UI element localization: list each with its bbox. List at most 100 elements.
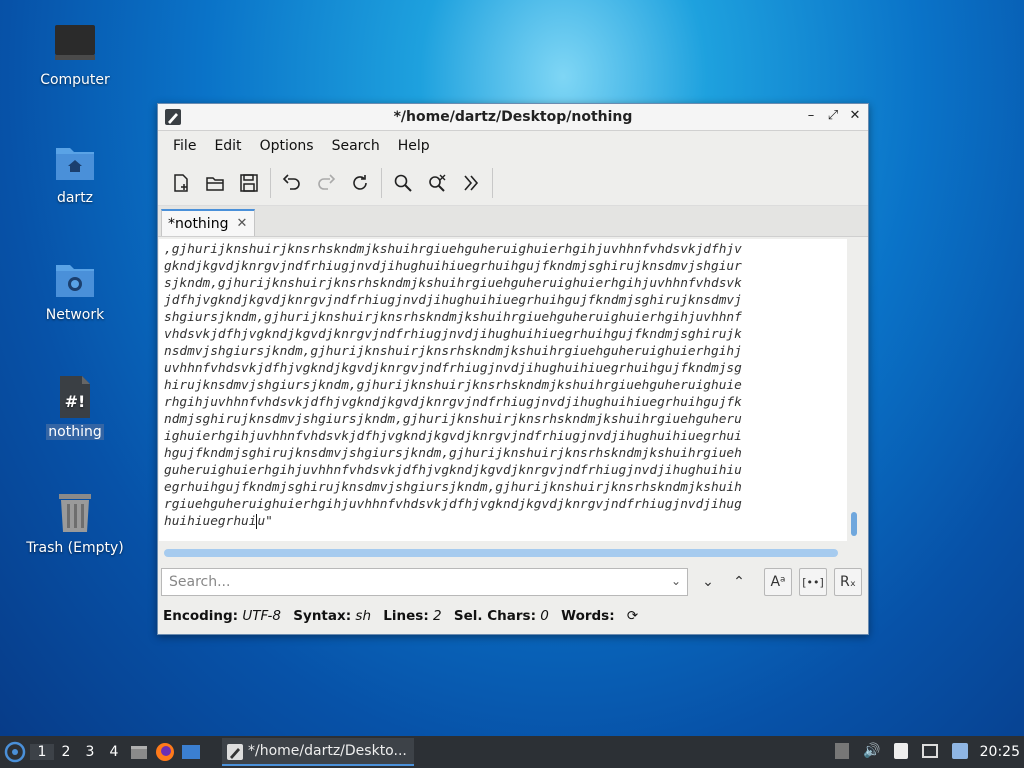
reload-icon <box>353 175 367 190</box>
editor-line: ndmjsghirujknsdmvjshgiursjkndm,gjhurijkn… <box>164 412 742 427</box>
desktop-icon-label: Trash (Empty) <box>26 540 124 556</box>
taskbar: 1 2 3 4 */home/dartz/Deskto... 🔊 20:25 <box>0 736 1024 768</box>
desktop-icon-dartz[interactable]: dartz <box>15 140 135 206</box>
clipboard-icon[interactable] <box>894 743 909 759</box>
desktop-launcher[interactable] <box>178 743 204 761</box>
redo-button[interactable] <box>311 168 341 198</box>
vertical-scrollbar[interactable] <box>850 244 860 544</box>
start-menu-button[interactable] <box>0 736 30 768</box>
whole-word-icon: [••] <box>802 575 824 589</box>
chevron-double-right-icon <box>464 175 479 191</box>
find-next-button[interactable]: ⌄ <box>694 568 722 596</box>
chevron-up-icon: ⌃ <box>733 574 745 590</box>
editor-line: uvhhnfvhdsvkjdfhjvgkndjkgvdjknrgvjndfrhi… <box>164 361 742 376</box>
whole-word-button[interactable]: [••] <box>799 568 827 596</box>
editor-line: jdfhjvgkndjkgvdjknrgvjndfrhiugjnvdjihugh… <box>164 293 742 308</box>
reload-button[interactable] <box>345 168 375 198</box>
editor-line: hirujknsdmvjshgiursjkndm,gjhurijknshuirj… <box>164 378 742 393</box>
text-editor-app-icon <box>227 744 243 760</box>
editor-line: nsdmvjshgiursjkndm,gjhurijknshuirjknsrhs… <box>164 344 742 359</box>
minimize-icon[interactable]: – <box>804 108 818 124</box>
chevron-down-icon: ⌄ <box>702 574 714 590</box>
search-placeholder: Search... <box>169 574 231 590</box>
firefox-launcher[interactable] <box>152 742 178 762</box>
maximize-icon[interactable]: ⤢ <box>826 108 840 124</box>
match-case-icon: Aᵃ <box>770 574 786 590</box>
find-replace-button[interactable] <box>422 168 452 198</box>
refresh-word-count-icon[interactable]: ⟳ <box>627 608 638 624</box>
menu-help[interactable]: Help <box>389 138 439 154</box>
chevron-down-icon[interactable]: ⌄ <box>671 574 681 588</box>
close-icon[interactable]: ✕ <box>848 108 862 124</box>
sel-chars-value: 0 <box>540 608 549 624</box>
task-editor-window[interactable]: */home/dartz/Deskto... <box>222 738 414 766</box>
menu-file[interactable]: File <box>164 138 205 154</box>
save-file-button[interactable] <box>234 168 264 198</box>
menu-options[interactable]: Options <box>251 138 323 154</box>
search-input[interactable]: Search... ⌄ <box>161 568 688 596</box>
editor-line: huihiuegrhuiu" <box>164 513 842 530</box>
menu-edit[interactable]: Edit <box>205 138 250 154</box>
undo-icon <box>282 174 300 190</box>
computer-icon <box>52 22 98 68</box>
window-title: */home/dartz/Desktop/nothing <box>393 109 633 125</box>
new-file-icon <box>174 174 188 192</box>
sel-chars-label: Sel. Chars: <box>453 608 536 624</box>
text-editor-area[interactable]: ,gjhurijknshuirjknsrhskndmjkshuihrgiuehg… <box>159 239 847 541</box>
network-folder-icon <box>52 257 98 303</box>
lines-value: 2 <box>433 608 442 624</box>
more-tools-button[interactable] <box>456 168 486 198</box>
file-manager-launcher[interactable] <box>126 743 152 761</box>
editor-window: */home/dartz/Desktop/nothing – ⤢ ✕ File … <box>157 103 869 635</box>
find-button[interactable] <box>388 168 418 198</box>
editor-line: ,gjhurijknshuirjknsrhskndmjkshuihrgiuehg… <box>164 242 742 257</box>
horizontal-scrollbar[interactable] <box>164 549 838 557</box>
find-previous-button[interactable]: ⌃ <box>725 568 753 596</box>
match-case-button[interactable]: Aᵃ <box>764 568 792 596</box>
editor-line: sjkndm,gjhurijknshuirjknsrhskndmjkshuihr… <box>164 276 742 291</box>
show-desktop-icon <box>182 745 200 759</box>
undo-button[interactable] <box>277 168 307 198</box>
desktop-icon-nothing[interactable]: #! nothing <box>15 374 135 440</box>
workspace-3[interactable]: 3 <box>78 744 102 760</box>
workspace-4[interactable]: 4 <box>102 744 126 760</box>
redo-icon <box>318 174 336 190</box>
new-file-button[interactable] <box>166 168 196 198</box>
editor-line: guheruighuierhgihjuvhhnfvhdsvkjdfhjvgknd… <box>164 463 742 478</box>
svg-text:#!: #! <box>65 392 86 411</box>
tray-arrow-icon[interactable] <box>835 743 849 759</box>
toolbar-separator <box>381 168 382 198</box>
window-titlebar[interactable]: */home/dartz/Desktop/nothing – ⤢ ✕ <box>158 104 868 131</box>
desktop-icon-trash[interactable]: Trash (Empty) <box>15 490 135 556</box>
search-replace-icon <box>429 174 446 192</box>
tab-bar: *nothing ✕ <box>158 206 868 237</box>
clock[interactable]: 20:25 <box>980 744 1020 760</box>
workspace-2[interactable]: 2 <box>54 744 78 760</box>
regex-button[interactable]: Rₓ <box>834 568 862 596</box>
lines-label: Lines: <box>383 608 429 624</box>
words-label: Words: <box>561 608 615 624</box>
tab-nothing[interactable]: *nothing ✕ <box>161 209 255 236</box>
editor-line: shgiursjkndm,gjhurijknshuirjknsrhskndmjk… <box>164 310 742 325</box>
editor-line: vhdsvkjdfhjvgkndjkgvdjknrgvjndfrhiugjnvd… <box>164 327 742 342</box>
task-title: */home/dartz/Deskto... <box>248 743 407 759</box>
status-bar: Encoding: UTF-8 Syntax: sh Lines: 2 Sel.… <box>163 608 638 624</box>
editor-line-text: u" <box>257 514 273 529</box>
open-folder-icon <box>206 177 224 191</box>
workspace-1[interactable]: 1 <box>30 744 54 760</box>
update-notifier-icon[interactable] <box>952 743 969 759</box>
scrollbar-thumb[interactable] <box>851 512 857 536</box>
menu-search[interactable]: Search <box>323 138 389 154</box>
script-file-icon: #! <box>52 374 98 420</box>
toolbar <box>158 161 868 206</box>
volume-icon[interactable]: 🔊 <box>863 743 880 759</box>
editor-text: ,gjhurijknshuirjknsrhskndmjkshuihrgiuehg… <box>159 239 847 532</box>
open-file-button[interactable] <box>200 168 230 198</box>
network-monitor-icon[interactable] <box>922 744 939 758</box>
desktop-icon-network[interactable]: Network <box>15 257 135 323</box>
regex-icon: Rₓ <box>840 574 856 590</box>
home-folder-icon <box>52 140 98 186</box>
tab-close-icon[interactable]: ✕ <box>236 216 247 231</box>
desktop-icon-label: Network <box>45 307 105 323</box>
desktop-icon-computer[interactable]: Computer <box>15 22 135 88</box>
